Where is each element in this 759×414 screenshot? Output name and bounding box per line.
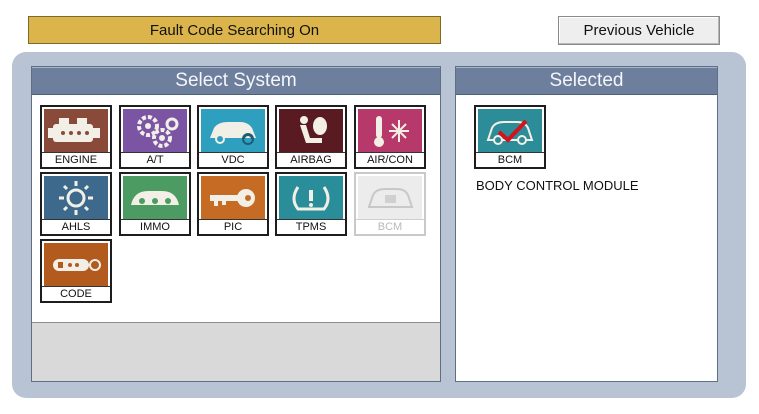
- selected-tile-bcm[interactable]: BCM: [474, 105, 546, 169]
- system-tile-aircon[interactable]: AIR/CON: [354, 105, 426, 169]
- top-bar: Fault Code Searching On Previous Vehicle: [0, 0, 759, 52]
- system-tile-engine[interactable]: ENGINE: [40, 105, 112, 169]
- car-stability-icon: [201, 109, 265, 153]
- previous-vehicle-button[interactable]: Previous Vehicle: [558, 16, 720, 45]
- system-tile-airbag[interactable]: AIRBAG: [275, 105, 347, 169]
- system-label: AIRBAG: [277, 152, 345, 167]
- system-label: IMMO: [121, 219, 189, 234]
- system-label: TPMS: [277, 219, 345, 234]
- selected-title: Selected: [549, 69, 624, 91]
- selected-header: Selected: [456, 67, 717, 95]
- previous-vehicle-label: Previous Vehicle: [583, 22, 695, 39]
- system-label: ENGINE: [42, 152, 110, 167]
- system-label: AHLS: [42, 219, 110, 234]
- thermometer-snowflake-icon: [358, 109, 422, 153]
- system-label: CODE: [42, 286, 110, 301]
- system-tile-pic[interactable]: PIC: [197, 172, 269, 236]
- selected-system-description: BODY CONTROL MODULE: [476, 178, 639, 193]
- select-system-panel: Select System ENGINE A/T VDC AIRBAG AIR/…: [31, 66, 441, 382]
- system-label: AIR/CON: [356, 152, 424, 167]
- system-tile-ahls[interactable]: AHLS: [40, 172, 112, 236]
- headlamp-icon: [44, 176, 108, 220]
- immobilizer-key-icon: [123, 176, 187, 220]
- system-label: BCM: [356, 219, 424, 234]
- system-label: PIC: [199, 219, 267, 234]
- fault-code-search-label: Fault Code Searching On: [149, 21, 320, 39]
- system-label: VDC: [199, 152, 267, 167]
- system-tile-tpms[interactable]: TPMS: [275, 172, 347, 236]
- system-tile-bcm[interactable]: BCM: [354, 172, 426, 236]
- select-system-footer: [32, 322, 440, 381]
- system-tile-at[interactable]: A/T: [119, 105, 191, 169]
- select-system-title: Select System: [175, 69, 297, 91]
- fault-code-search-status[interactable]: Fault Code Searching On: [28, 16, 441, 44]
- body-control-icon: [478, 109, 542, 153]
- system-tile-immo[interactable]: IMMO: [119, 172, 191, 236]
- smart-key-icon: [201, 176, 265, 220]
- select-system-header: Select System: [32, 67, 440, 95]
- selected-system-label: BCM: [476, 152, 544, 167]
- system-tile-vdc[interactable]: VDC: [197, 105, 269, 169]
- body-control-icon: [358, 176, 422, 220]
- key-code-icon: [44, 243, 108, 287]
- system-tile-code[interactable]: CODE: [40, 239, 112, 303]
- airbag-seat-icon: [279, 109, 343, 153]
- system-label: A/T: [121, 152, 189, 167]
- selected-panel: Selected BCM: [455, 66, 718, 382]
- gears-icon: [123, 109, 187, 153]
- engine-icon: [44, 109, 108, 153]
- tire-pressure-icon: [279, 176, 343, 220]
